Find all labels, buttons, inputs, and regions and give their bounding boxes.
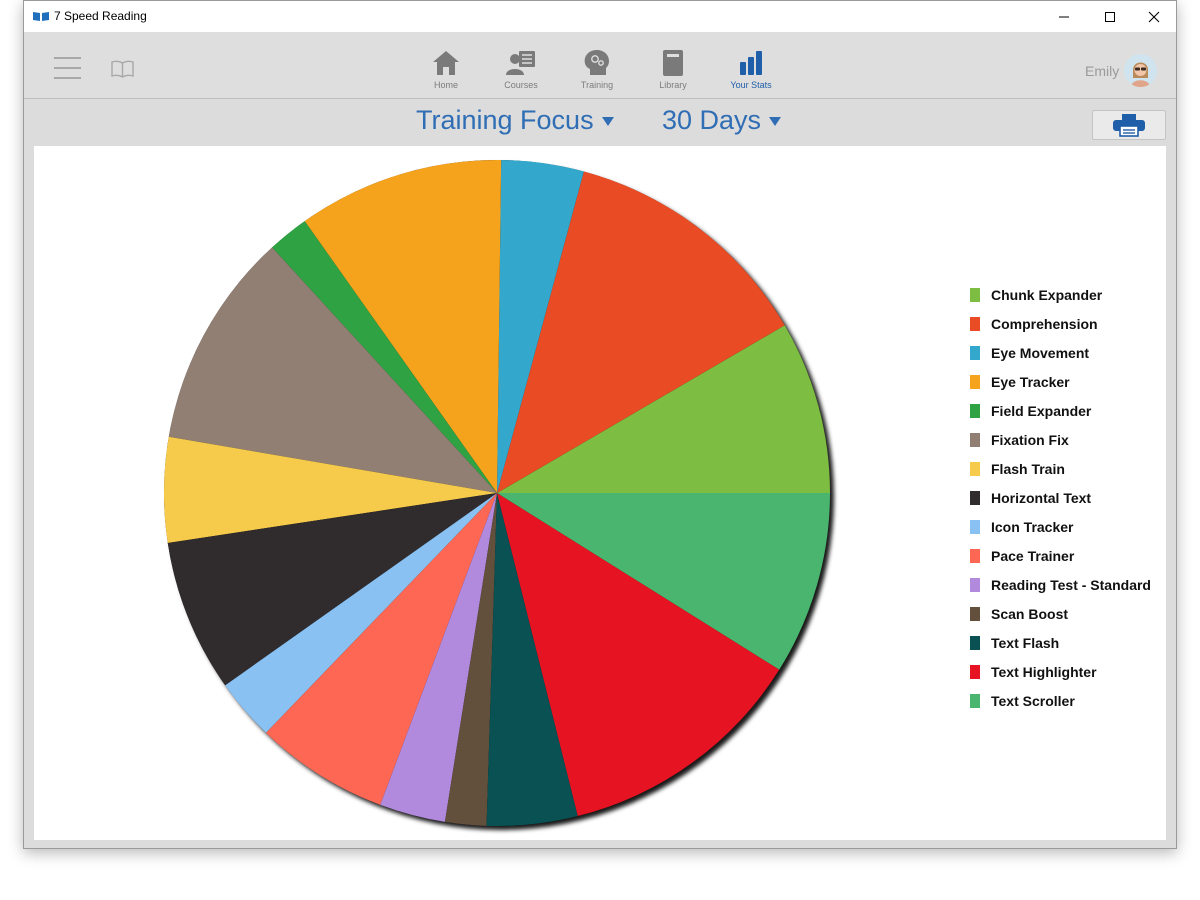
legend-swatch [970, 345, 980, 360]
legend-label: Field Expander [991, 402, 1092, 419]
book-app-icon [33, 12, 49, 21]
nav-courses[interactable]: Courses [486, 49, 556, 95]
window-title: 7 Speed Reading [54, 9, 147, 23]
legend-item: Comprehension [970, 309, 1151, 338]
legend-swatch [970, 403, 980, 418]
legend-item: Chunk Expander [970, 280, 1151, 309]
legend-item: Pace Trainer [970, 541, 1151, 570]
app-window: 7 Speed Reading Home Courses Training Li… [23, 0, 1177, 849]
legend-swatch [970, 519, 980, 534]
legend-label: Scan Boost [991, 605, 1069, 622]
nav-home[interactable]: Home [411, 49, 481, 95]
nav-library[interactable]: Library [638, 49, 708, 95]
legend-item: Icon Tracker [970, 512, 1151, 541]
legend-swatch [970, 287, 980, 302]
home-icon [433, 51, 459, 75]
courses-icon [506, 51, 535, 75]
legend-item: Scan Boost [970, 599, 1151, 628]
legend-label: Text Flash [991, 634, 1060, 651]
legend-swatch [970, 693, 980, 708]
legend-label: Text Highlighter [991, 663, 1097, 680]
training-focus-dropdown[interactable]: Training Focus [416, 105, 614, 136]
legend-item: Field Expander [970, 396, 1151, 425]
close-icon [1148, 11, 1160, 22]
print-button[interactable] [1092, 110, 1166, 140]
legend-swatch [970, 461, 980, 476]
caret-down-icon [601, 117, 614, 127]
legend-label: Flash Train [991, 460, 1065, 477]
user-name[interactable]: Emily [1085, 63, 1119, 79]
date-range-dropdown[interactable]: 30 Days [662, 105, 782, 136]
legend-item: Eye Movement [970, 338, 1151, 367]
nav-courses-label: Courses [504, 80, 538, 90]
legend-item: Text Highlighter [970, 657, 1151, 686]
library-icon [663, 50, 683, 76]
legend-label: Eye Movement [991, 344, 1090, 361]
menu-icon[interactable] [54, 57, 81, 79]
pie-slices [164, 160, 830, 827]
legend-item: Text Flash [970, 628, 1151, 657]
maximize-button[interactable] [1087, 1, 1133, 32]
legend-label: Horizontal Text [991, 489, 1092, 506]
training-focus-label: Training Focus [416, 105, 594, 135]
nav-home-label: Home [433, 80, 458, 90]
maximize-icon [1105, 11, 1115, 22]
nav-training-label: Training [580, 80, 614, 90]
legend-label: Reading Test - Standard [991, 576, 1151, 593]
chart-panel: Chunk Expander Comprehension Eye Movement E… [34, 146, 1166, 840]
legend-swatch [970, 432, 980, 447]
date-range-label: 30 Days [662, 105, 762, 135]
legend-label: Fixation Fix [991, 431, 1069, 448]
legend-label: Icon Tracker [991, 518, 1074, 535]
legend-label: Text Scroller [991, 692, 1075, 709]
caret-down-icon [769, 117, 782, 127]
title-bar: 7 Speed Reading [24, 1, 1176, 32]
legend-item: Eye Tracker [970, 367, 1151, 396]
nav-training[interactable]: Training [562, 49, 632, 95]
avatar[interactable] [1124, 54, 1157, 87]
close-button[interactable] [1131, 1, 1177, 32]
training-icon [584, 50, 609, 75]
filter-bar: Training Focus 30 Days [24, 99, 1176, 145]
legend-swatch [970, 316, 980, 331]
stats-icon [740, 51, 762, 75]
legend-swatch [970, 635, 980, 650]
chart-legend: Chunk Expander Comprehension Eye Movement E… [970, 280, 1151, 715]
legend-swatch [970, 548, 980, 563]
minimize-icon [1059, 16, 1069, 17]
legend-label: Eye Tracker [991, 373, 1070, 390]
legend-item: Reading Test - Standard [970, 570, 1151, 599]
nav-your-stats[interactable]: Your Stats [716, 49, 786, 95]
legend-swatch [970, 577, 980, 592]
nav-library-label: Library [659, 80, 687, 90]
pie-chart [164, 160, 830, 827]
printer-icon [1113, 114, 1145, 137]
legend-label: Comprehension [991, 315, 1098, 332]
legend-item: Text Scroller [970, 686, 1151, 715]
legend-swatch [970, 606, 980, 621]
nav-your-stats-label: Your Stats [730, 80, 772, 90]
legend-label: Pace Trainer [991, 547, 1075, 564]
legend-item: Fixation Fix [970, 425, 1151, 454]
legend-swatch [970, 664, 980, 679]
legend-swatch [970, 490, 980, 505]
minimize-button[interactable] [1041, 1, 1087, 32]
legend-swatch [970, 374, 980, 389]
legend-label: Chunk Expander [991, 286, 1103, 303]
open-book-icon[interactable] [110, 60, 135, 78]
legend-item: Horizontal Text [970, 483, 1151, 512]
legend-item: Flash Train [970, 454, 1151, 483]
toolbar: Home Courses Training Library Your Stats… [24, 32, 1176, 99]
